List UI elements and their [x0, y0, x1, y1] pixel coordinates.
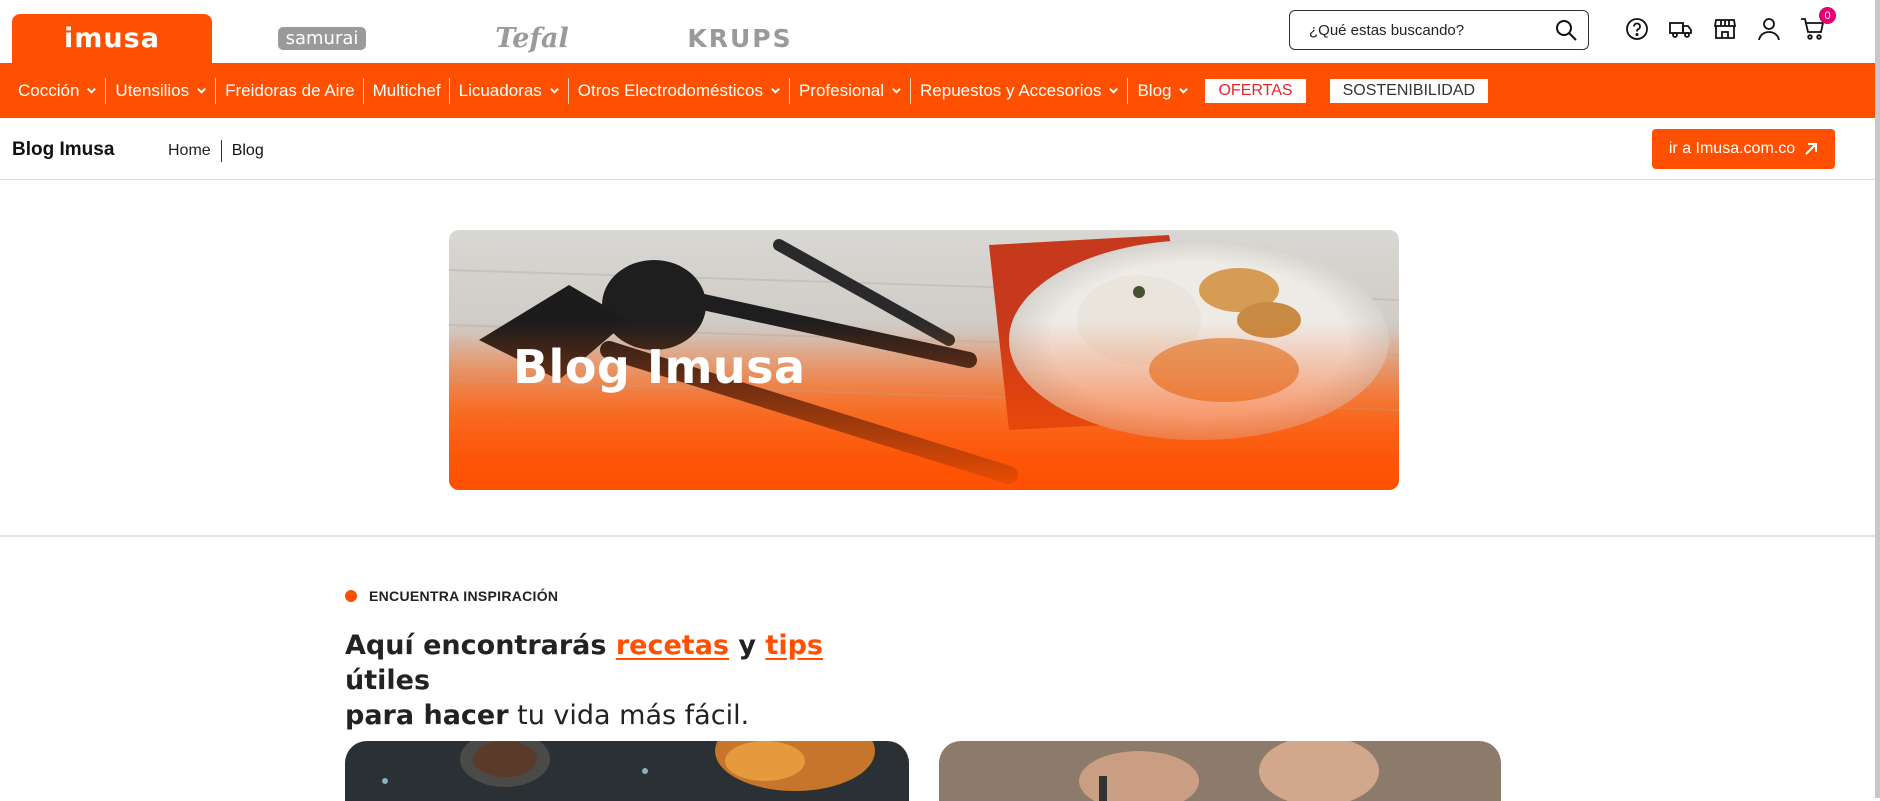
krups-logo: KRUPS	[687, 24, 793, 53]
page-scrollbar[interactable]	[1875, 0, 1880, 798]
headline-recetas-link[interactable]: recetas	[616, 630, 729, 661]
section-divider	[0, 535, 1875, 537]
eyebrow-dot	[345, 590, 357, 602]
blog-card[interactable]	[939, 741, 1501, 801]
nav-item-label: Freidoras de Aire	[225, 80, 355, 100]
nav-item-utensilios[interactable]: Utensilios	[106, 77, 217, 104]
nav-item-label: Cocción	[18, 80, 80, 100]
headline-line2-rest: tu vida más fácil.	[508, 700, 750, 731]
brand-bar: imusa samurai Tefal KRUPS 0	[0, 0, 1880, 63]
cart-count-badge: 0	[1819, 7, 1836, 24]
search-input[interactable]	[1309, 21, 1554, 39]
hero-title: Blog Imusa	[513, 340, 806, 394]
nav-sostenibilidad[interactable]: SOSTENIBILIDAD	[1329, 78, 1489, 103]
brand-tab-krups[interactable]: KRUPS	[687, 14, 793, 63]
user-icon[interactable]	[1756, 16, 1782, 42]
blog-card-image	[939, 741, 1501, 801]
breadcrumb-blog: Blog	[231, 142, 264, 159]
blog-title[interactable]: Blog Imusa	[12, 139, 114, 161]
nav-item-cocción[interactable]: Cocción	[9, 77, 107, 104]
external-arrow-icon	[1805, 143, 1818, 155]
eyebrow-text: ENCUENTRA INSPIRACIÓN	[369, 588, 559, 604]
breadcrumb-home[interactable]: Home	[168, 142, 211, 160]
headline-part1: Aquí encontrarás	[345, 630, 616, 661]
chevron-down-icon	[549, 88, 559, 94]
breadcrumb: Home Blog	[168, 140, 264, 162]
cart-button[interactable]: 0	[1800, 7, 1836, 42]
blog-card-image	[345, 741, 909, 801]
nav-item-blog[interactable]: Blog	[1128, 78, 1197, 104]
nav-item-label: Licuadoras	[458, 80, 542, 100]
nav-item-repuestos-y-accesorios[interactable]: Repuestos y Accesorios	[911, 77, 1129, 104]
brand-tab-tefal[interactable]: Tefal	[482, 14, 582, 63]
chevron-down-icon	[197, 88, 206, 94]
store-icon[interactable]	[1712, 16, 1738, 42]
nav-item-profesional[interactable]: Profesional	[790, 77, 912, 104]
nav-item-label: Profesional	[798, 80, 885, 100]
truck-icon[interactable]	[1668, 16, 1694, 42]
chevron-down-icon	[87, 88, 97, 94]
nav-item-licuadoras[interactable]: Licuadoras	[450, 77, 569, 104]
chevron-down-icon	[1179, 88, 1189, 94]
chevron-down-icon	[771, 88, 780, 94]
imusa-logo: imusa	[64, 23, 160, 54]
blog-subheader: Blog Imusa Home Blog ir a Imusa.com.co	[0, 118, 1875, 180]
main-nav: Cocción Utensilios Freidoras de Aire Multic…	[0, 63, 1875, 118]
headline-part2: útiles	[345, 665, 431, 696]
headline-y: y	[729, 630, 766, 661]
brand-tab-samurai[interactable]: samurai	[276, 14, 368, 63]
header-actions: 0	[1624, 7, 1836, 42]
samurai-logo: samurai	[277, 27, 367, 50]
goto-imusa-button[interactable]: ir a Imusa.com.co	[1652, 129, 1835, 169]
brand-tab-imusa[interactable]: imusa	[12, 14, 212, 63]
help-icon[interactable]	[1624, 16, 1650, 42]
blog-card[interactable]	[345, 741, 909, 801]
hero-banner: Blog Imusa	[449, 230, 1399, 490]
tefal-logo: Tefal	[495, 23, 569, 54]
nav-item-otros-electrodomésticos[interactable]: Otros Electrodomésticos	[569, 77, 790, 104]
nav-item-label: Otros Electrodomésticos	[577, 80, 763, 100]
headline-line2-bold: para hacer	[345, 700, 509, 731]
section-headline: Aquí encontrarás recetas y tips útiles pa…	[345, 628, 905, 733]
nav-item-label: Multichef	[372, 80, 441, 100]
chevron-down-icon	[892, 88, 901, 94]
section-eyebrow: ENCUENTRA INSPIRACIÓN	[345, 588, 558, 604]
nav-ofertas[interactable]: OFERTAS	[1205, 78, 1306, 103]
goto-imusa-label: ir a Imusa.com.co	[1668, 140, 1796, 157]
nav-item-label: Utensilios	[115, 80, 190, 100]
headline-tips-link[interactable]: tips	[765, 630, 823, 661]
nav-item-label: Blog	[1137, 80, 1172, 100]
nav-item-freidoras-de-aire[interactable]: Freidoras de Aire	[216, 77, 364, 104]
search-box	[1289, 10, 1589, 50]
search-icon[interactable]	[1554, 18, 1578, 42]
nav-item-label: Repuestos y Accesorios	[920, 80, 1102, 100]
chevron-down-icon	[1109, 88, 1119, 94]
nav-item-multichef[interactable]: Multichef	[364, 77, 450, 104]
breadcrumb-separator	[220, 140, 222, 162]
